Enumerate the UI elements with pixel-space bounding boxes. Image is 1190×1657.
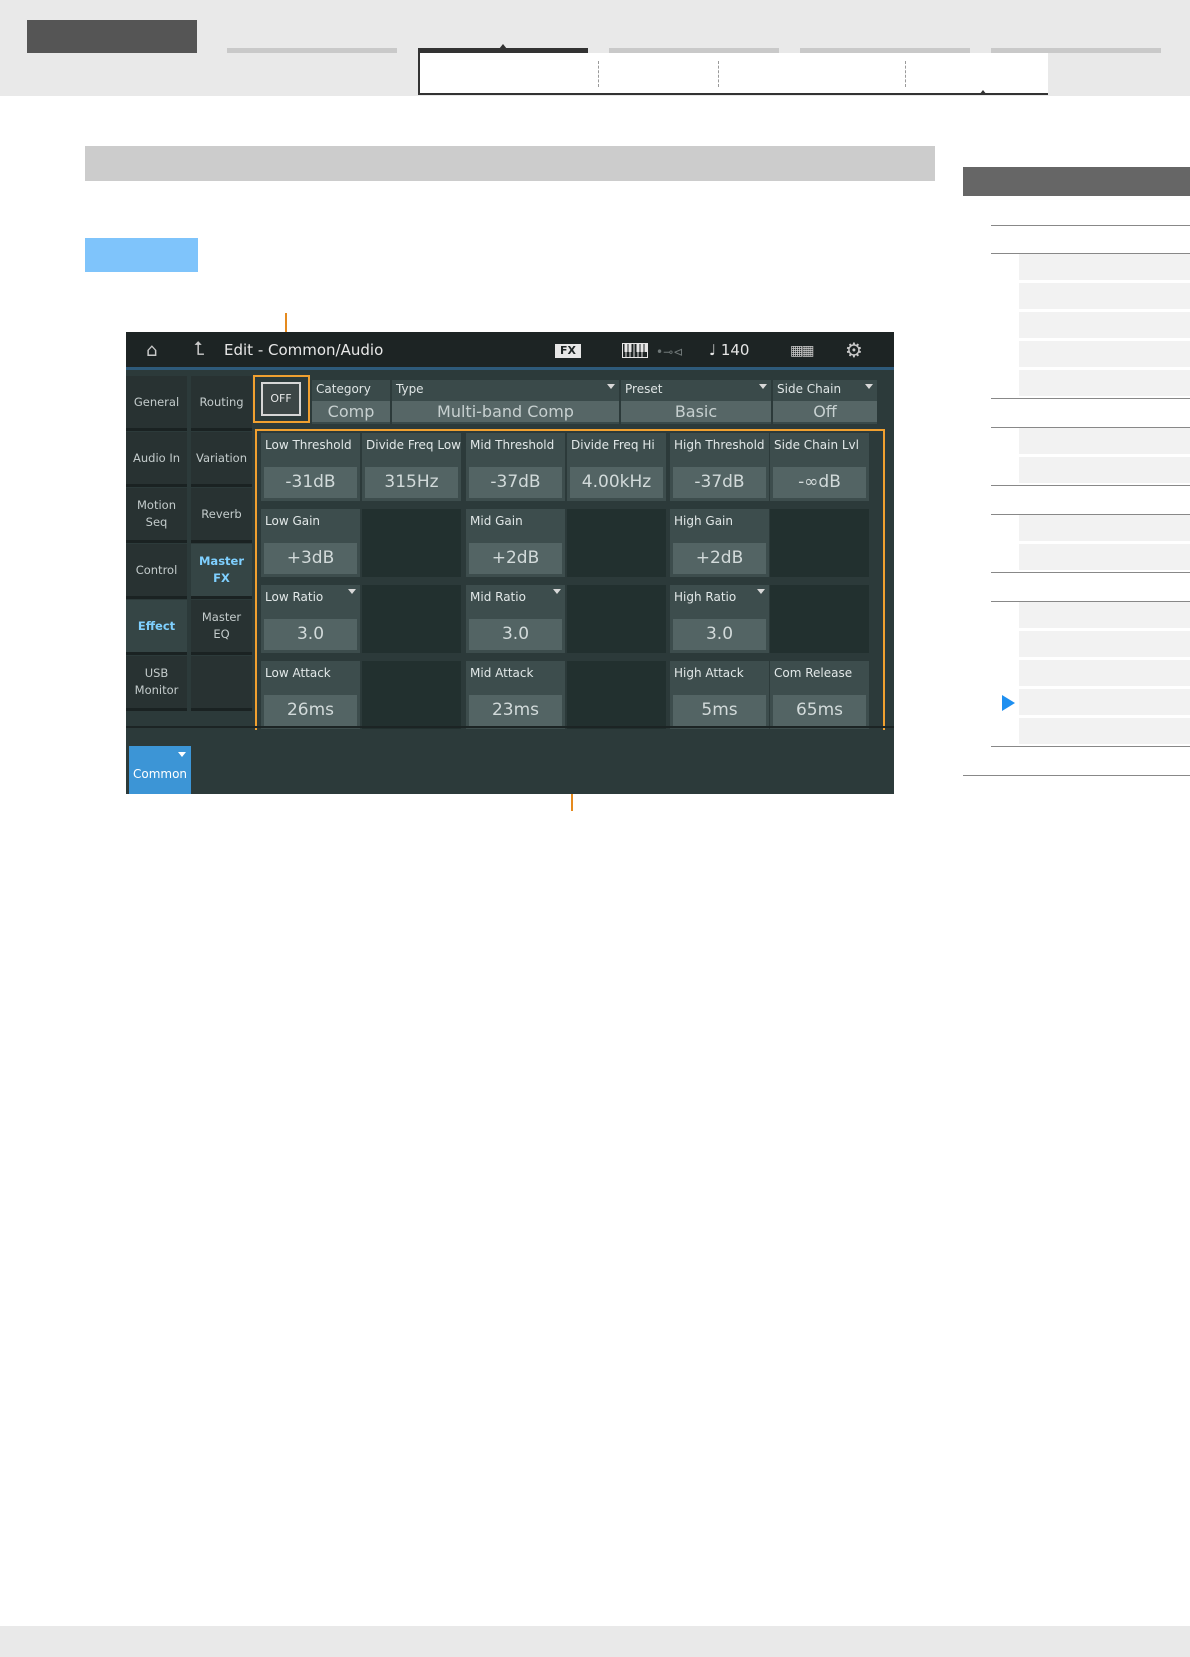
param-label: Low Attack xyxy=(265,666,331,680)
index-row[interactable] xyxy=(1019,602,1190,629)
index-rule xyxy=(991,572,1190,573)
index-row-current[interactable] xyxy=(1019,689,1190,716)
param-divide-freq-low[interactable]: Divide Freq Low 315Hz xyxy=(362,433,461,501)
param-value: 5ms xyxy=(673,695,766,726)
play-arrow-icon xyxy=(1002,695,1015,711)
param-mid-threshold[interactable]: Mid Threshold -37dB xyxy=(466,433,565,501)
param-empty-slot xyxy=(362,585,461,653)
index-row[interactable] xyxy=(1019,660,1190,687)
index-row[interactable] xyxy=(1019,428,1190,455)
index-row[interactable] xyxy=(1019,718,1190,745)
param-value: -31dB xyxy=(264,467,357,498)
dropdown-icon xyxy=(553,589,561,594)
dropdown-icon xyxy=(757,589,765,594)
param-low-threshold[interactable]: Low Threshold -31dB xyxy=(261,433,360,501)
index-row[interactable] xyxy=(1019,254,1190,281)
param-empty-slot xyxy=(567,661,666,729)
param-value: -37dB xyxy=(673,467,766,498)
sub-nav-separator xyxy=(598,61,599,87)
param-empty-slot xyxy=(770,509,869,577)
param-value: 315Hz xyxy=(365,467,458,498)
param-label: Low Threshold xyxy=(265,438,352,452)
param-label: Mid Attack xyxy=(470,666,534,680)
screen-bottom-divider xyxy=(126,726,894,728)
index-row[interactable] xyxy=(1019,544,1190,571)
param-value: -∞dB xyxy=(773,467,866,498)
param-label: High Gain xyxy=(674,514,733,528)
param-label: Mid Gain xyxy=(470,514,523,528)
param-side-chain-lvl[interactable]: Side Chain Lvl -∞dB xyxy=(770,433,869,501)
index-rule xyxy=(991,746,1190,747)
param-value: 26ms xyxy=(264,695,357,726)
section-tag xyxy=(85,238,198,272)
index-row[interactable] xyxy=(1019,283,1190,310)
nav-caret-icon xyxy=(499,44,507,49)
param-value: +2dB xyxy=(673,543,766,574)
index-rule xyxy=(991,225,1190,226)
screen-bottom-area xyxy=(126,730,894,794)
section-title-bar xyxy=(85,146,935,181)
param-empty-slot xyxy=(770,585,869,653)
param-low-ratio[interactable]: Low Ratio 3.0 xyxy=(261,585,360,653)
sub-nav-box xyxy=(418,53,1048,95)
param-value: 3.0 xyxy=(469,619,562,650)
param-label: High Threshold xyxy=(674,438,765,452)
index-rule xyxy=(991,398,1190,399)
param-empty-slot xyxy=(567,509,666,577)
param-label: Mid Ratio xyxy=(470,590,526,604)
param-value: 3.0 xyxy=(264,619,357,650)
index-rule xyxy=(991,485,1190,486)
index-row[interactable] xyxy=(1019,631,1190,658)
sub-nav-separator xyxy=(718,61,719,87)
index-header xyxy=(963,167,1190,196)
param-empty-slot xyxy=(567,585,666,653)
param-high-ratio[interactable]: High Ratio 3.0 xyxy=(670,585,769,653)
param-label: High Attack xyxy=(674,666,744,680)
dropdown-icon xyxy=(348,589,356,594)
dropdown-icon xyxy=(178,752,186,757)
param-value: 65ms xyxy=(773,695,866,726)
param-label: Com Release xyxy=(774,666,853,680)
param-mid-ratio[interactable]: Mid Ratio 3.0 xyxy=(466,585,565,653)
param-low-attack[interactable]: Low Attack 26ms xyxy=(261,661,360,729)
param-label: Divide Freq Hi xyxy=(571,438,655,452)
param-value: -37dB xyxy=(469,467,562,498)
param-low-gain[interactable]: Low Gain +3dB xyxy=(261,509,360,577)
param-com-release[interactable]: Com Release 65ms xyxy=(770,661,869,729)
param-label: Low Gain xyxy=(265,514,321,528)
index-row[interactable] xyxy=(1019,515,1190,542)
common-tab-label: Common xyxy=(132,767,188,781)
index-row[interactable] xyxy=(1019,312,1190,339)
param-value: +3dB xyxy=(264,543,357,574)
synth-screen: ⌂ ⮤ Edit - Common/Audio FX •⊸⊲ ♩ 140 ▦▦ … xyxy=(126,332,894,794)
param-mid-attack[interactable]: Mid Attack 23ms xyxy=(466,661,565,729)
param-empty-slot xyxy=(362,509,461,577)
page-bottom-bar xyxy=(0,1626,1190,1657)
param-label: Divide Freq Low xyxy=(366,438,461,452)
index-row[interactable] xyxy=(1019,370,1190,397)
param-value: +2dB xyxy=(469,543,562,574)
param-value: 3.0 xyxy=(673,619,766,650)
chapter-label-block xyxy=(27,20,197,53)
param-high-threshold[interactable]: High Threshold -37dB xyxy=(670,433,769,501)
common-part-tab[interactable]: Common xyxy=(129,746,191,794)
index-row[interactable] xyxy=(1019,457,1190,484)
param-value: 4.00kHz xyxy=(570,467,663,498)
index-row[interactable] xyxy=(1019,341,1190,368)
param-label: High Ratio xyxy=(674,590,737,604)
param-label: Side Chain Lvl xyxy=(774,438,859,452)
index-rule xyxy=(963,775,1190,776)
sub-nav-separator xyxy=(905,61,906,87)
param-high-gain[interactable]: High Gain +2dB xyxy=(670,509,769,577)
parameter-grid: Low Threshold -31dB Divide Freq Low 315Hz Mi… xyxy=(126,332,894,730)
param-empty-slot xyxy=(362,661,461,729)
sub-nav-caret-icon xyxy=(979,90,987,95)
chapter-nav-item-1[interactable] xyxy=(227,48,397,53)
param-high-attack[interactable]: High Attack 5ms xyxy=(670,661,769,729)
param-label: Low Ratio xyxy=(265,590,324,604)
param-mid-gain[interactable]: Mid Gain +2dB xyxy=(466,509,565,577)
param-value: 23ms xyxy=(469,695,562,726)
param-divide-freq-hi[interactable]: Divide Freq Hi 4.00kHz xyxy=(567,433,666,501)
param-label: Mid Threshold xyxy=(470,438,555,452)
